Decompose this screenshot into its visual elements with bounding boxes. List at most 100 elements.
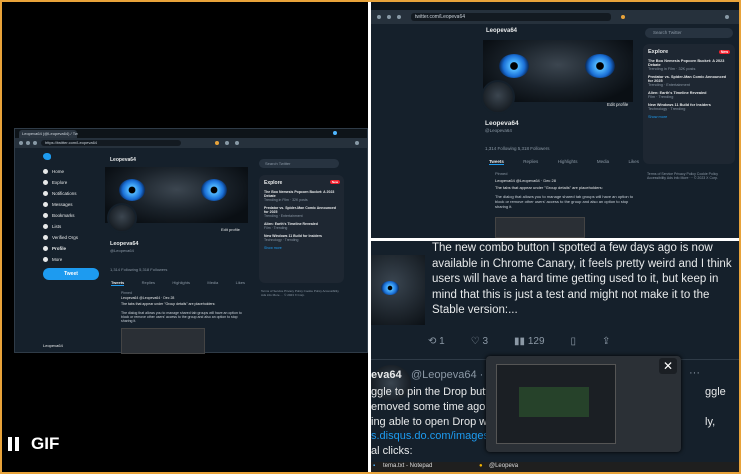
url-field[interactable]: twitter.com/Leopeva64 (411, 13, 611, 21)
back-icon[interactable] (19, 141, 23, 145)
tweet-actions: ⟲ 1 ♡ 3 ▮▮ 129 ▯ ⇪ (428, 336, 610, 347)
news-meta: Trending in Film · 32K posts (648, 67, 696, 71)
sidebar-item-more[interactable]: More (43, 254, 103, 265)
next-tweet-link[interactable]: s.disqus.do.com/images (371, 430, 489, 442)
tweet-screenshot[interactable] (495, 217, 585, 238)
browser-window: Leopeva64 (@Leopeva64) / Tw https://twit… (14, 128, 368, 354)
verified-icon (43, 235, 48, 240)
profile-handle: @Leopeva64 (110, 248, 134, 253)
more-options-icon[interactable]: ··· (689, 367, 700, 379)
gif-label: GIF (31, 434, 60, 453)
tab-likes[interactable]: Likes (628, 159, 639, 165)
bookmark-icon[interactable] (235, 141, 239, 145)
tweet-text-2: The dialog that allows you to manage sha… (495, 194, 634, 209)
sidebar-item-profile[interactable]: Profile (43, 243, 103, 254)
news-item[interactable]: Predator vs. Spider-Man Comic Announced … (648, 75, 730, 87)
avatar-zoom[interactable] (371, 255, 425, 325)
footer-links[interactable]: Terms of Service Privacy Policy Cookie P… (261, 289, 341, 297)
tab-highlights[interactable]: Highlights (172, 280, 190, 286)
views-action[interactable]: ▮▮ 129 (514, 336, 544, 347)
reply-action[interactable]: ⟲ 1 (428, 336, 445, 347)
sidebar-item-explore[interactable]: Explore (43, 177, 103, 188)
sidebar-item-notifications[interactable]: Notifications (43, 188, 103, 199)
taskbar-item-notepad[interactable]: tema.txt - Notepad (383, 463, 432, 469)
share-action[interactable]: ⇪ (602, 336, 610, 347)
tweet-author[interactable]: Leopeva64 @Leopeva64 · Dec 28 (495, 178, 556, 183)
news-title: Predator vs. Spider-Man Comic Announced … (264, 206, 337, 214)
news-item[interactable]: The Boo Nemesis Popcorn Bucket: A 2023 D… (648, 59, 730, 71)
tab-tweets[interactable]: Tweets (111, 280, 125, 286)
news-item[interactable]: Alien: Earth's Timeline Revealed Film · T… (264, 222, 339, 230)
news-item[interactable]: Alien: Earth's Timeline Revealed Film · T… (648, 91, 730, 99)
sidebar-item-messages[interactable]: Messages (43, 199, 103, 210)
share-icon: ⇪ (602, 336, 611, 347)
url-field[interactable]: https://twitter.com/Leopeva64 (41, 140, 181, 146)
sidebar-item-lists[interactable]: Lists (43, 221, 103, 232)
edit-profile-button[interactable]: Edit profile (607, 102, 628, 107)
tab-highlights[interactable]: Highlights (558, 159, 578, 165)
pinned-label: Pinned (495, 171, 508, 176)
overlay-thumbnail (496, 364, 616, 444)
drop-icon[interactable] (225, 141, 229, 145)
taskbar: ▪ tema.txt - Notepad ● @Leopeva (371, 462, 739, 472)
edit-profile-button[interactable]: Edit profile (221, 227, 240, 232)
search-input[interactable]: Search Twitter (645, 28, 733, 38)
sidebar-item-bookmarks[interactable]: Bookmarks (43, 210, 103, 221)
browser-tab[interactable]: Leopeva64 (@Leopeva64) / Tw (19, 130, 78, 138)
like-action[interactable]: ♡ 3 (471, 336, 488, 347)
news-item[interactable]: Predator vs. Spider-Man Comic Announced … (264, 206, 339, 218)
reload-icon[interactable] (33, 141, 37, 145)
show-more-link[interactable]: Show more (264, 246, 339, 250)
close-icon[interactable]: ✕ (659, 358, 677, 374)
video-overlay[interactable]: ✕ (486, 356, 681, 452)
tweet-author[interactable]: Leopeva64 @Leopeva64 · Dec 28 (121, 296, 174, 300)
avatar[interactable] (107, 203, 137, 233)
news-item[interactable]: The Boo Nemesis Popcorn Bucket: A 2023 D… (264, 190, 339, 202)
back-icon[interactable] (377, 15, 381, 19)
tweet-text: The tabs that appear under "Group detail… (121, 302, 216, 306)
news-item[interactable]: New Windows 11 Build for Insiders Technol… (648, 103, 730, 111)
twitter-logo-icon[interactable] (43, 153, 51, 160)
follow-stats[interactable]: 1,314 Following 5,318 Followers (485, 146, 550, 151)
bookmark-action[interactable]: ▯ (571, 336, 577, 347)
extension-icon[interactable] (621, 15, 625, 19)
extension-icon[interactable] (215, 141, 219, 145)
tab-likes[interactable]: Likes (236, 280, 245, 286)
gif-controls[interactable]: GIF (8, 434, 59, 454)
next-line: ggle to pin the Drop butto (371, 386, 495, 398)
explore-title: Explore (264, 180, 283, 186)
forward-icon[interactable] (26, 141, 30, 145)
reload-icon[interactable] (397, 15, 401, 19)
forward-icon[interactable] (387, 15, 391, 19)
tweet-screenshot[interactable] (121, 328, 205, 354)
taskbar-item-browser[interactable]: @Leopeva (489, 463, 518, 469)
show-more-link[interactable]: Show more (648, 115, 730, 119)
profile-icon[interactable] (333, 131, 337, 135)
next-author[interactable]: eva64 (371, 369, 402, 381)
new-badge: New (719, 50, 730, 54)
address-bar-row: https://twitter.com/Leopeva64 (15, 138, 367, 148)
account-switcher[interactable]: Leopeva64 (43, 343, 63, 348)
views-icon: ▮▮ (514, 336, 528, 347)
menu-icon[interactable] (355, 141, 359, 145)
tweet-button[interactable]: Tweet (43, 268, 99, 280)
menu-icon[interactable] (725, 15, 729, 19)
avatar[interactable] (481, 80, 515, 114)
tab-replies[interactable]: Replies (142, 280, 155, 286)
home-icon (43, 169, 48, 174)
sidebar-item-home[interactable]: Home (43, 166, 103, 177)
follow-stats[interactable]: 1,314 Following 5,318 Followers (110, 267, 167, 272)
tab-replies[interactable]: Replies (523, 159, 538, 165)
tab-tweets[interactable]: Tweets (489, 159, 504, 165)
bookmark-icon: ▯ (570, 336, 577, 347)
footer-links[interactable]: Terms of Service Privacy Policy Cookie P… (647, 172, 733, 180)
sidebar-item-verified[interactable]: Verified Orgs (43, 232, 103, 243)
tab-media[interactable]: Media (597, 159, 609, 165)
next-line: ly, (705, 416, 716, 428)
news-item[interactable]: New Windows 11 Build for Insiders Technol… (264, 234, 339, 242)
pause-icon[interactable] (8, 437, 19, 451)
like-count: 3 (482, 336, 489, 347)
search-input[interactable]: Search Twitter (259, 159, 339, 168)
news-title: The Boo Nemesis Popcorn Bucket: A 2023 D… (264, 190, 335, 198)
tab-media[interactable]: Media (207, 280, 218, 286)
